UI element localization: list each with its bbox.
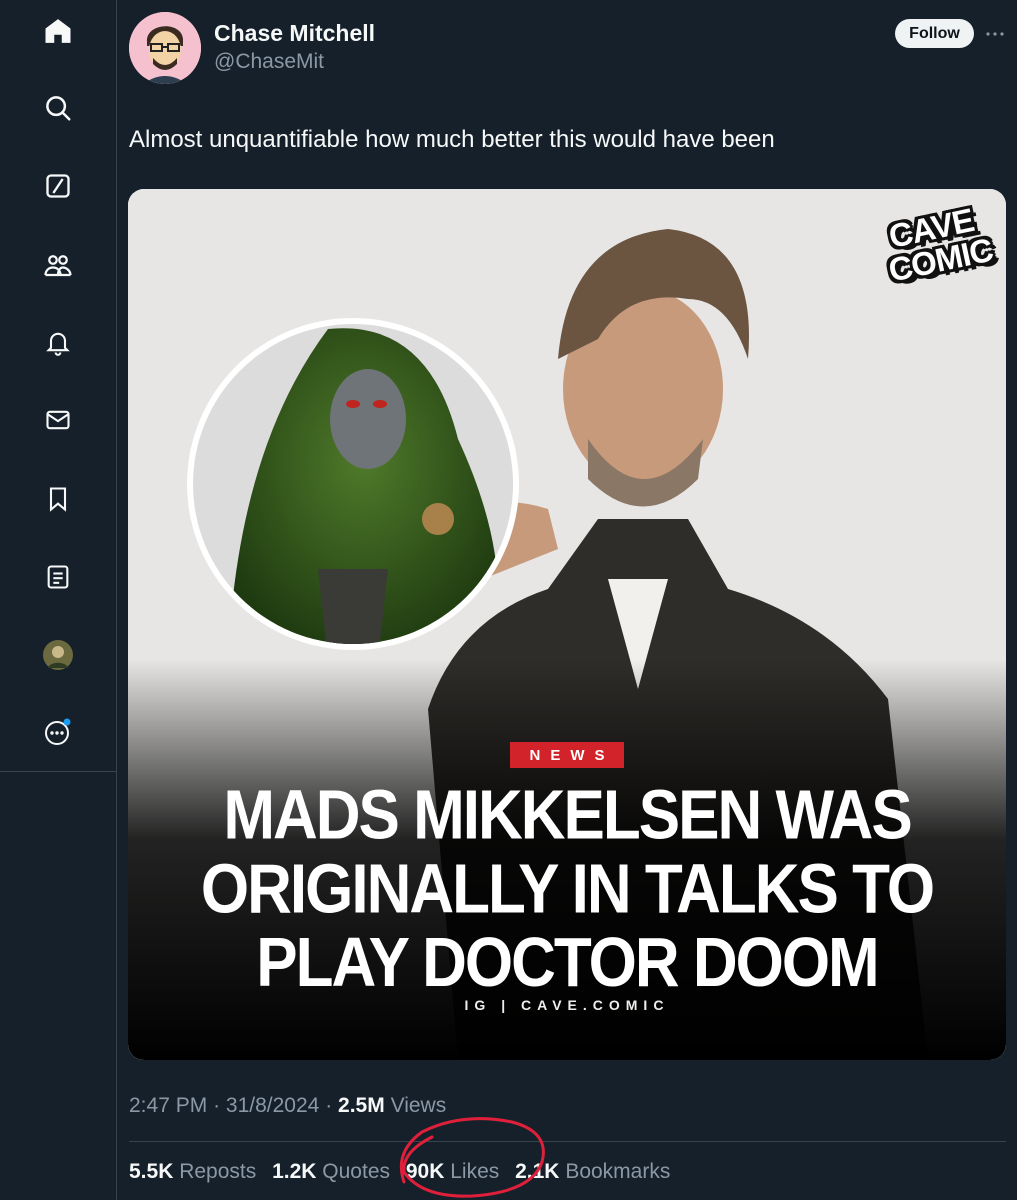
sidebar-nav — [0, 0, 117, 1200]
divider — [129, 1141, 1006, 1142]
lists-icon[interactable] — [36, 555, 80, 599]
tweet-date[interactable]: 31/8/2024 — [226, 1094, 319, 1117]
news-badge: NEWS — [510, 742, 624, 768]
views-count: 2.5M — [338, 1094, 385, 1117]
author-avatar[interactable] — [129, 12, 201, 84]
more-options-icon[interactable] — [36, 710, 80, 754]
home-icon[interactable] — [36, 9, 80, 53]
tweet-media-image[interactable]: CAVE COMIC NEWS MADS MIKKELSEN WAS ORIGI… — [128, 189, 1006, 1060]
author-name[interactable]: Chase Mitchell — [214, 20, 375, 47]
communities-icon[interactable] — [36, 243, 80, 287]
author-handle[interactable]: @ChaseMit — [214, 50, 324, 74]
headline-line: MADS MIKKELSEN WAS — [223, 776, 912, 855]
follow-button[interactable]: Follow — [895, 19, 974, 48]
headline-line: ORIGINALLY IN TALKS TO — [200, 850, 935, 928]
reposts-stat[interactable]: 5.5K Reposts — [129, 1160, 256, 1183]
likes-stat[interactable]: 90K Likes — [406, 1160, 499, 1183]
views-label: Views — [390, 1094, 447, 1117]
tweet-detail: Chase Mitchell @ChaseMit Follow Almost u… — [117, 0, 1017, 1200]
red-annotation-circle — [399, 1117, 545, 1198]
profile-avatar[interactable] — [36, 633, 80, 677]
tweet-meta: 2:47 PM · 31/8/2024 · 2.5M Views — [129, 1094, 447, 1117]
ellipsis-icon[interactable] — [983, 22, 1007, 46]
tweet-text: Almost unquantifiable how much better th… — [129, 126, 775, 153]
sidebar-divider — [0, 771, 117, 772]
headline-line: PLAY DOCTOR DOOM — [256, 924, 879, 1002]
grok-icon[interactable] — [36, 164, 80, 208]
media-headline: MADS MIKKELSEN WAS ORIGINALLY IN TALKS T… — [128, 776, 1006, 1002]
engagement-stats: 5.5K Reposts 1.2K Quotes 90K Likes 2.1K … — [129, 1160, 680, 1184]
media-source: IG | CAVE.COMIC — [464, 997, 670, 1013]
notifications-icon[interactable] — [36, 320, 80, 364]
bookmarks-icon[interactable] — [36, 477, 80, 521]
tweet-time[interactable]: 2:47 PM — [129, 1094, 207, 1117]
messages-icon[interactable] — [36, 398, 80, 442]
quotes-stat[interactable]: 1.2K Quotes — [272, 1160, 390, 1183]
bookmarks-stat[interactable]: 2.1K Bookmarks — [515, 1160, 670, 1183]
search-icon[interactable] — [36, 86, 80, 130]
